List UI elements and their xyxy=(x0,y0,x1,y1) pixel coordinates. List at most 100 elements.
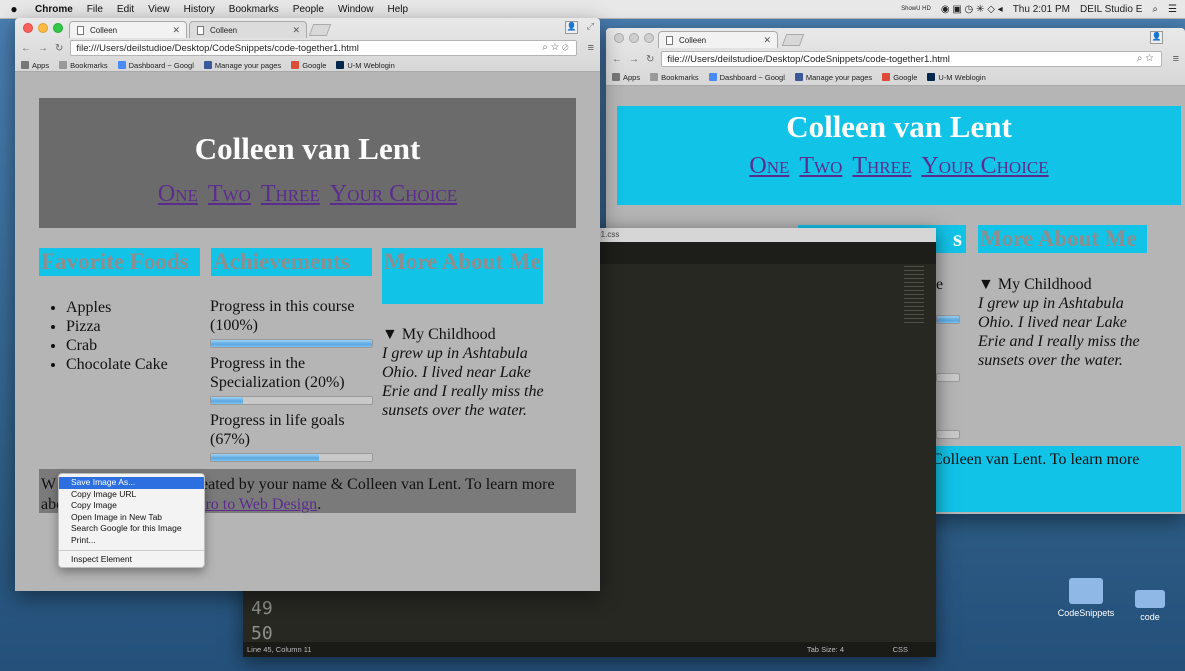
forward-icon[interactable]: → xyxy=(38,43,48,54)
footer-text: eated by your name & Colleen van Lent. T… xyxy=(201,476,555,493)
bookmark-google[interactable]: Google xyxy=(882,73,917,82)
menu-copy-image[interactable]: Copy Image xyxy=(59,500,204,512)
menu-open-image-new-tab[interactable]: Open Image in New Tab xyxy=(59,512,204,524)
notifications-icon[interactable]: ☰ xyxy=(1168,4,1177,15)
menu-view[interactable]: View xyxy=(141,4,177,15)
menu-copy-image-url[interactable]: Copy Image URL xyxy=(59,489,204,501)
childhood-summary[interactable]: ▼ My Childhood xyxy=(978,275,1148,294)
childhood-details[interactable]: ▼ My Childhood I grew up in Ashtabula Oh… xyxy=(382,325,547,420)
bookmark-um-weblogin[interactable]: U-M Weblogin xyxy=(927,73,986,82)
back-icon[interactable]: ← xyxy=(612,54,622,65)
menu-file[interactable]: File xyxy=(80,4,110,15)
address-bar-icons[interactable]: ⌕☆ xyxy=(1137,53,1157,64)
forward-icon[interactable]: → xyxy=(629,54,639,65)
nav-one[interactable]: One xyxy=(749,153,789,179)
page-icon xyxy=(197,26,204,35)
nav-three[interactable]: Three xyxy=(261,181,320,207)
url-text: file:///Users/deilstudioe/Desktop/CodeSn… xyxy=(76,43,359,54)
close-button[interactable] xyxy=(614,33,624,43)
childhood-summary[interactable]: ▼ My Childhood xyxy=(382,325,547,344)
bookmark-manage-pages[interactable]: Manage your pages xyxy=(794,73,872,82)
bookmark-bookmarks[interactable]: Bookmarks xyxy=(650,73,699,82)
bookmark-apps[interactable]: Apps xyxy=(21,61,49,70)
progress-bar-specialization xyxy=(210,396,373,405)
cursor-position: Line 45, Column 11 xyxy=(247,645,312,654)
bookmark-google[interactable]: Google xyxy=(291,61,326,70)
nav-your-choice[interactable]: Your Choice xyxy=(921,153,1048,179)
new-tab-button[interactable] xyxy=(781,34,805,46)
menu-help[interactable]: Help xyxy=(381,4,416,15)
tab-colleen[interactable]: Colleen ✕ xyxy=(658,31,778,48)
zoom-button[interactable] xyxy=(53,23,63,33)
childhood-details[interactable]: ▼ My Childhood I grew up in Ashtabula Oh… xyxy=(978,275,1148,370)
progress-label: Progress in this course (100%) xyxy=(210,298,355,334)
menu-search-google-image[interactable]: Search Google for this Image xyxy=(59,523,204,535)
editor-minimap[interactable] xyxy=(904,266,924,324)
chrome-menu-icon[interactable]: ≡ xyxy=(1173,53,1179,65)
bookmark-bookmarks[interactable]: Bookmarks xyxy=(59,61,108,70)
menu-edit[interactable]: Edit xyxy=(110,4,141,15)
tab-title: Colleen xyxy=(90,26,118,35)
chrome-menu-icon[interactable]: ≡ xyxy=(588,42,594,54)
new-tab-button[interactable] xyxy=(308,24,332,36)
address-bar-icons[interactable]: ⌕☆⊘ xyxy=(542,42,571,53)
bookmark-dashboard[interactable]: Dashboard ~ Googl xyxy=(708,73,785,82)
tab-colleen-2[interactable]: Colleen ✕ xyxy=(189,21,307,38)
user-name[interactable]: DEIL Studio E xyxy=(1080,4,1142,15)
browser-chrome: Colleen ✕ 👤 ← → ↻ file:///Users/deilstud… xyxy=(606,28,1185,86)
address-bar[interactable]: file:///Users/deilstudioe/Desktop/CodeSn… xyxy=(70,40,577,56)
desktop-icon-codesnippets[interactable]: CodeSnippets xyxy=(1056,578,1116,618)
close-button[interactable] xyxy=(23,23,33,33)
menu-window[interactable]: Window xyxy=(331,4,381,15)
menu-save-image-as[interactable]: Save Image As... xyxy=(59,477,204,489)
apple-menu-icon[interactable]: ● xyxy=(0,2,28,16)
nav-three[interactable]: Three xyxy=(852,153,911,179)
google-plus-icon xyxy=(291,61,300,69)
close-tab-icon[interactable]: ✕ xyxy=(172,25,180,36)
tab-colleen-active[interactable]: Colleen ✕ xyxy=(69,21,187,38)
nav-two[interactable]: Two xyxy=(208,181,251,207)
more-about-me-heading: More About Me xyxy=(382,248,543,304)
bookmark-apps[interactable]: Apps xyxy=(612,73,640,82)
status-icons[interactable]: ◉ ▣ ◷ ✳ ◇ ◂ xyxy=(941,4,1003,15)
minimize-button[interactable] xyxy=(38,23,48,33)
profile-icon[interactable]: 👤 xyxy=(565,21,578,34)
bookmark-manage-pages[interactable]: Manage your pages xyxy=(203,61,281,70)
progress-bar-course xyxy=(210,339,373,348)
bookmark-dashboard[interactable]: Dashboard ~ Googl xyxy=(117,61,194,70)
spotlight-icon[interactable]: ⌕ xyxy=(1152,4,1158,15)
nav-links: One Two Three Your Choice xyxy=(39,181,576,208)
close-tab-icon[interactable]: ✕ xyxy=(763,35,771,46)
menu-separator xyxy=(59,549,204,551)
syntax-language[interactable]: CSS xyxy=(893,645,908,654)
footer-link-intro-web-design[interactable]: tro to Web Design xyxy=(201,496,317,513)
zoom-button[interactable] xyxy=(644,33,654,43)
menu-history[interactable]: History xyxy=(177,4,222,15)
menu-chrome[interactable]: Chrome xyxy=(28,4,80,15)
fullscreen-icon[interactable]: ⤢ xyxy=(587,21,594,32)
facebook-icon xyxy=(203,61,212,69)
desktop-icon-code[interactable]: code xyxy=(1120,590,1180,622)
progress-label: Progress in the Specialization (20%) xyxy=(210,355,345,391)
close-tab-icon[interactable]: ✕ xyxy=(292,25,300,36)
profile-icon[interactable]: 👤 xyxy=(1150,31,1163,44)
menu-print[interactable]: Print... xyxy=(59,535,204,547)
nav-two[interactable]: Two xyxy=(799,153,842,179)
google-plus-icon xyxy=(882,73,891,81)
back-icon[interactable]: ← xyxy=(21,43,31,54)
facebook-icon xyxy=(794,73,803,81)
tab-size[interactable]: Tab Size: 4 xyxy=(807,645,844,654)
address-bar[interactable]: file:///Users/deilstudioe/Desktop/CodeSn… xyxy=(661,51,1162,67)
progress-label-partial: e xyxy=(936,276,944,293)
reload-icon[interactable]: ↻ xyxy=(55,43,63,54)
bookmark-um-weblogin[interactable]: U-M Weblogin xyxy=(336,61,395,70)
menu-inspect-element[interactable]: Inspect Element xyxy=(59,554,204,566)
nav-your-choice[interactable]: Your Choice xyxy=(330,181,457,207)
menu-people[interactable]: People xyxy=(286,4,331,15)
reload-icon[interactable]: ↻ xyxy=(646,54,654,65)
menu-bookmarks[interactable]: Bookmarks xyxy=(222,4,286,15)
clock[interactable]: Thu 2:01 PM xyxy=(1013,4,1070,15)
nav-one[interactable]: One xyxy=(158,181,198,207)
minimize-button[interactable] xyxy=(629,33,639,43)
progress-bar-course xyxy=(936,315,960,324)
